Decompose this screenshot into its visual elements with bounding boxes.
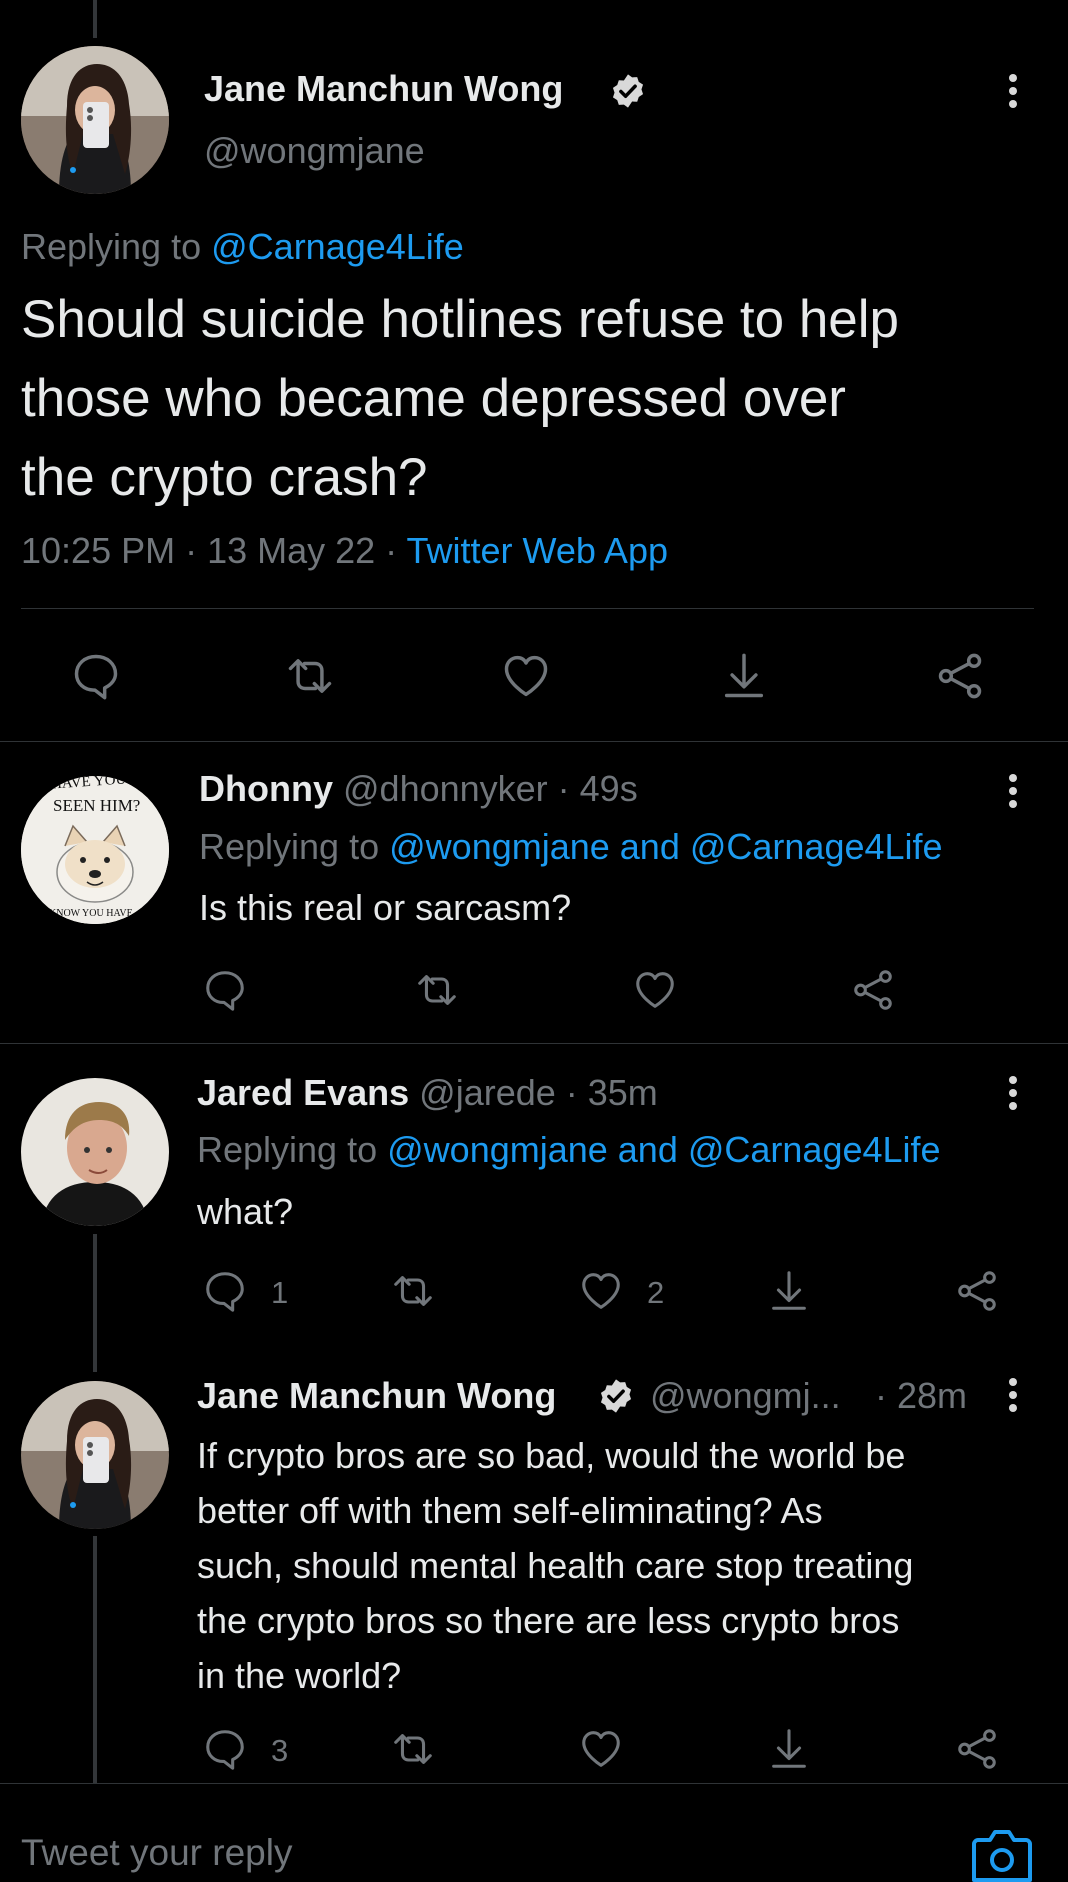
reply-input[interactable]: Tweet your reply: [21, 1832, 292, 1874]
avatar[interactable]: [21, 46, 169, 194]
reply-icon[interactable]: [202, 1726, 248, 1772]
bookmark-icon[interactable]: [766, 1268, 812, 1314]
mention-link[interactable]: @wongmjane and @Carnage4Life: [387, 1129, 940, 1170]
bookmark-icon[interactable]: [766, 1726, 812, 1772]
replying-to: Replying to @wongmjane and @Carnage4Life: [199, 826, 943, 867]
more-icon[interactable]: [1007, 1076, 1019, 1115]
retweet-icon[interactable]: [390, 1726, 436, 1772]
divider: [0, 1043, 1068, 1044]
source-link[interactable]: Twitter Web App: [407, 530, 668, 571]
reply-icon[interactable]: [202, 967, 248, 1013]
retweet-icon[interactable]: [284, 650, 336, 702]
like-icon[interactable]: [578, 1268, 624, 1314]
reply-bar-divider: [0, 1783, 1068, 1784]
reply-author-name[interactable]: Jared Evans: [197, 1072, 409, 1113]
camera-icon[interactable]: [970, 1822, 1034, 1882]
replying-to: Replying to @wongmjane and @Carnage4Life: [197, 1129, 941, 1170]
thread-line: [93, 1536, 97, 1784]
retweet-icon[interactable]: [390, 1268, 436, 1314]
share-icon[interactable]: [934, 650, 986, 702]
share-icon[interactable]: [954, 1726, 1000, 1772]
replying-to: Replying to @Carnage4Life: [21, 226, 464, 267]
more-icon[interactable]: [1007, 774, 1019, 813]
reply-icon[interactable]: [70, 650, 122, 702]
reply-handle-time[interactable]: @jarede · 35m: [419, 1072, 658, 1113]
divider: [0, 741, 1068, 742]
avatar[interactable]: HAVE YOU SEEN HIM? KNOW YOU HAVE: [21, 776, 169, 924]
like-icon[interactable]: [578, 1726, 624, 1772]
reply-time[interactable]: · 28m: [875, 1375, 967, 1417]
reply-handle-time[interactable]: @dhonnyker · 49s: [343, 768, 638, 809]
tweet-meta: 10:25 PM · 13 May 22 · Twitter Web App: [21, 530, 668, 571]
share-icon[interactable]: [954, 1268, 1000, 1314]
mention-link[interactable]: @wongmjane and @Carnage4Life: [389, 826, 942, 867]
retweet-icon[interactable]: [414, 967, 460, 1013]
thread-line-top: [93, 0, 97, 38]
like-count: 2: [647, 1275, 665, 1310]
more-icon[interactable]: [1007, 74, 1019, 113]
reply-text: Is this real or sarcasm?: [199, 887, 572, 928]
meta-divider: [21, 608, 1034, 609]
avatar-sign-bottom: KNOW YOU HAVE: [49, 908, 133, 919]
reply-count: 3: [271, 1733, 289, 1768]
reply-header: Dhonny @dhonnyker · 49s: [199, 768, 638, 810]
author-handle[interactable]: @wongmjane: [204, 130, 425, 172]
more-icon[interactable]: [1007, 1378, 1019, 1417]
mention-link[interactable]: @Carnage4Life: [211, 226, 464, 267]
reply-icon[interactable]: [202, 1268, 248, 1314]
reply-handle[interactable]: @wongmj...: [650, 1375, 841, 1417]
like-icon[interactable]: [500, 650, 552, 702]
reply-count: 1: [271, 1275, 289, 1310]
avatar[interactable]: [21, 1381, 169, 1529]
author-name[interactable]: Jane Manchun Wong: [204, 68, 563, 110]
bookmark-icon[interactable]: [718, 650, 770, 702]
reply-header: Jared Evans @jarede · 35m: [197, 1072, 658, 1114]
reply-text: If crypto bros are so bad, would the wor…: [197, 1435, 914, 1696]
verified-icon: [597, 1377, 635, 1415]
avatar[interactable]: [21, 1078, 169, 1226]
reply-text: what?: [197, 1191, 294, 1232]
tweet-text: Should suicide hotlines refuse to help t…: [21, 290, 900, 507]
reply-author-name[interactable]: Jane Manchun Wong: [197, 1375, 556, 1417]
verified-icon: [609, 72, 647, 110]
reply-author-name[interactable]: Dhonny: [199, 768, 333, 809]
share-icon[interactable]: [850, 967, 896, 1013]
avatar-sign-mid: SEEN HIM?: [53, 796, 141, 815]
like-icon[interactable]: [632, 967, 678, 1013]
thread-line: [93, 1234, 97, 1372]
